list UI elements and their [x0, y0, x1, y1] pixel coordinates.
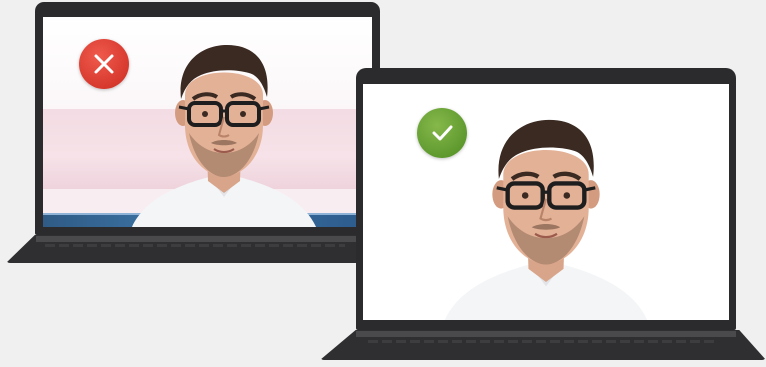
laptop-screen-good-photo	[363, 84, 729, 320]
laptop-good-example	[318, 62, 766, 367]
laptop-hinge	[36, 236, 361, 242]
laptop-hinge	[356, 331, 736, 337]
cross-mark	[94, 54, 114, 74]
cross-icon	[79, 39, 129, 89]
check-icon	[417, 108, 467, 158]
check-mark	[432, 125, 453, 141]
person-portrait	[132, 45, 316, 227]
laptop-keyboard	[368, 340, 718, 343]
laptop-keyboard	[45, 244, 345, 247]
